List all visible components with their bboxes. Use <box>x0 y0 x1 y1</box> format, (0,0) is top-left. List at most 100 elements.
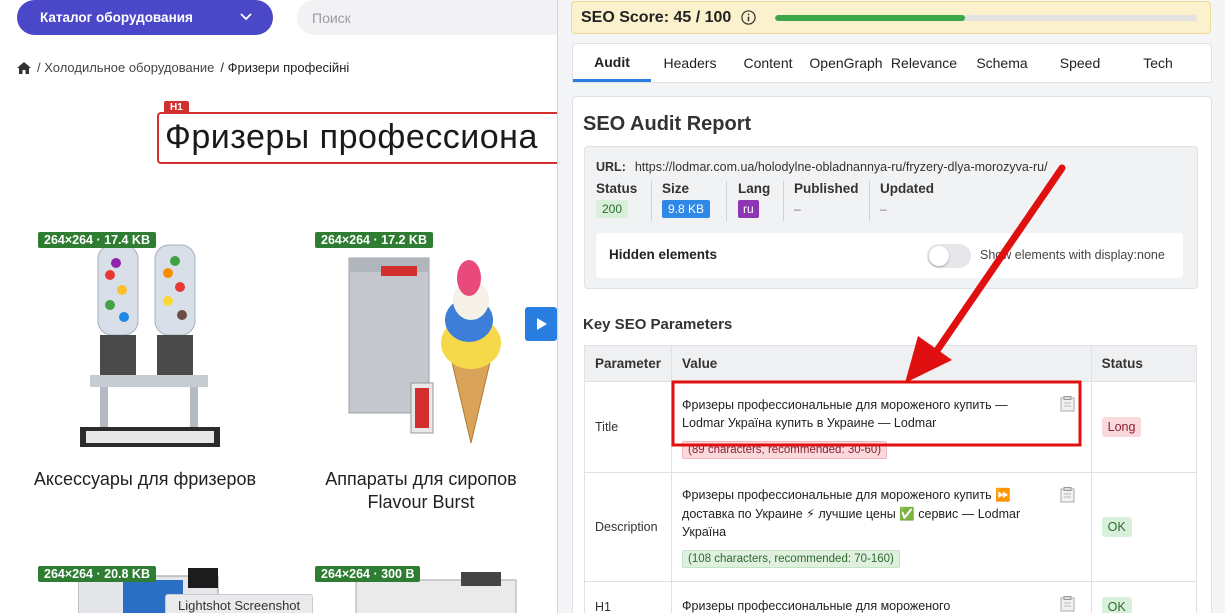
status-badge: 200 <box>596 200 629 218</box>
meta-status: Status 200 <box>596 181 637 225</box>
tooltip: Lightshot Screenshot <box>165 594 314 613</box>
report-title: SEO Audit Report <box>583 113 752 135</box>
meta-lang: Lang ru <box>738 181 770 225</box>
copy-icon[interactable] <box>1060 487 1075 503</box>
meta-published-label: Published <box>794 181 859 196</box>
chevron-down-icon <box>240 13 252 21</box>
product-title-line2[interactable]: Flavour Burst <box>296 491 546 514</box>
hidden-elements-row: Hidden elements Show elements with displ… <box>596 233 1183 278</box>
shop-page: Каталог оборудования Поиск / Холодильное… <box>0 0 560 613</box>
table-row-title: Title Фризеры профессиональные для морож… <box>583 381 1198 473</box>
breadcrumb-item-current: / Фризери професійні <box>220 60 350 75</box>
seo-score-progress <box>775 15 1197 21</box>
copy-icon[interactable] <box>1060 596 1075 612</box>
status-cell: OK <box>1090 581 1198 613</box>
tab-content[interactable]: Content <box>729 44 807 82</box>
url-value: https://lodmar.com.ua/holodylne-obladnan… <box>634 160 1048 174</box>
meta-divider <box>783 181 784 221</box>
description-length-badge: (108 characters, recommended: 70-160) <box>682 549 900 568</box>
column-header-status: Status <box>1090 345 1198 382</box>
column-header-parameter: Parameter <box>583 345 673 382</box>
tab-opengraph[interactable]: OpenGraph <box>807 44 885 82</box>
tab-schema[interactable]: Schema <box>963 44 1041 82</box>
seo-extension-panel: SEO Score: 45 / 100 Audit Headers Content O… <box>557 0 1225 613</box>
column-header-value: Value <box>671 345 1092 382</box>
search-input[interactable]: Поиск <box>297 0 560 35</box>
catalog-button[interactable]: Каталог оборудования <box>17 0 273 35</box>
url-info-box: URL: https://lodmar.com.ua/holodylne-obla… <box>584 146 1198 289</box>
status-badge: Long <box>1101 417 1142 437</box>
seo-score-progress-fill <box>775 15 965 21</box>
home-icon[interactable] <box>17 61 31 74</box>
screenshot-root: Каталог оборудования Поиск / Холодильное… <box>0 0 1225 613</box>
copy-icon[interactable] <box>1060 396 1075 412</box>
description-value-text: Фризеры профессиональные для мороженого … <box>682 488 1021 540</box>
page-title: Фризеры профессиона <box>165 118 538 156</box>
meta-lang-label: Lang <box>738 181 771 196</box>
value-cell: Фризеры профессиональные для мороженого … <box>671 472 1092 582</box>
meta-divider <box>869 181 870 221</box>
image-size-badge: 264×264 · 300 B <box>315 566 421 582</box>
product-card[interactable]: 264×264 · 17.4 KB Аксессуары для фризеро… <box>20 230 270 500</box>
search-placeholder: Поиск <box>312 9 351 26</box>
meta-divider <box>726 181 727 221</box>
url-line: URL: https://lodmar.com.ua/holodylne-obla… <box>596 160 1048 174</box>
param-cell: Description <box>583 472 673 582</box>
breadcrumb: / Холодильное оборудование / Фризери про… <box>17 60 349 75</box>
product-card[interactable]: 264×264 · 17.2 KB Аппараты для сиропов F… <box>296 230 546 520</box>
product-image-dispenser <box>80 244 220 447</box>
lang-badge: ru <box>738 200 759 218</box>
product-title-line1[interactable]: Аппараты для сиропов <box>296 468 546 491</box>
panel-tabs: Audit Headers Content OpenGraph Relevance Sch… <box>572 43 1212 83</box>
status-badge: OK <box>1101 517 1132 537</box>
published-value: – <box>794 202 801 216</box>
updated-value: – <box>880 202 887 216</box>
toggle-knob <box>929 246 949 266</box>
url-label: URL: <box>596 160 626 174</box>
table-header-row: Parameter Value Status <box>583 345 1198 382</box>
image-size-badge: 264×264 · 20.8 KB <box>38 566 156 582</box>
meta-updated: Updated – <box>880 181 934 225</box>
meta-status-label: Status <box>596 181 638 196</box>
audit-report: SEO Audit Report URL: https://lodmar.com.… <box>572 96 1212 613</box>
product-image-syrup-machine <box>348 257 501 444</box>
value-cell: Фризеры профессиональные для мороженого <box>671 581 1092 613</box>
status-cell: Long <box>1090 381 1198 473</box>
meta-updated-label: Updated <box>880 181 934 196</box>
section-title: Key SEO Parameters <box>583 316 733 333</box>
tab-relevance[interactable]: Relevance <box>885 44 963 82</box>
tab-speed[interactable]: Speed <box>1041 44 1119 82</box>
seo-score-bar: SEO Score: 45 / 100 <box>571 1 1211 34</box>
meta-published: Published – <box>794 181 859 225</box>
hidden-elements-description: Show elements with display:none <box>980 248 1165 262</box>
tab-audit[interactable]: Audit <box>573 44 651 82</box>
slider-play-button[interactable] <box>525 307 557 341</box>
status-badge: OK <box>1101 596 1132 613</box>
product-title[interactable]: Аксессуары для фризеров <box>20 468 270 491</box>
size-badge: 9.8 KB <box>662 200 711 218</box>
hidden-elements-toggle[interactable] <box>927 244 971 268</box>
breadcrumb-item-category[interactable]: / Холодильное оборудование <box>37 60 214 75</box>
table-row-description: Description Фризеры профессиональные для… <box>583 472 1198 582</box>
catalog-button-label: Каталог оборудования <box>40 10 193 25</box>
meta-size-label: Size <box>662 181 690 196</box>
product-card[interactable]: 264×264 · 300 B <box>296 562 546 613</box>
h1-value-text: Фризеры профессиональные для мороженого <box>682 599 951 613</box>
tab-tech[interactable]: Tech <box>1119 44 1197 82</box>
info-icon[interactable] <box>741 10 756 25</box>
play-icon <box>537 318 547 330</box>
image-size-badge: 264×264 · 17.4 KB <box>38 232 156 248</box>
title-length-badge: (89 characters, recommended: 30-60) <box>682 440 888 459</box>
title-value-text: Фризеры профессиональные для мороженого … <box>682 397 1008 431</box>
table-row-h1: H1 Фризеры профессиональные для морожено… <box>583 581 1198 613</box>
meta-size: Size 9.8 KB <box>662 181 711 225</box>
value-cell: Фризеры профессиональные для мороженого … <box>671 381 1092 473</box>
param-cell: H1 <box>583 581 673 613</box>
shop-topbar: Каталог оборудования Поиск <box>0 0 560 40</box>
param-cell: Title <box>583 381 673 473</box>
tab-headers[interactable]: Headers <box>651 44 729 82</box>
meta-divider <box>651 181 652 221</box>
image-size-badge: 264×264 · 17.2 KB <box>315 232 433 248</box>
seo-parameters-table: Parameter Value Status Title Фризеры про… <box>583 345 1198 613</box>
seo-score-label: SEO Score: 45 / 100 <box>581 8 732 26</box>
